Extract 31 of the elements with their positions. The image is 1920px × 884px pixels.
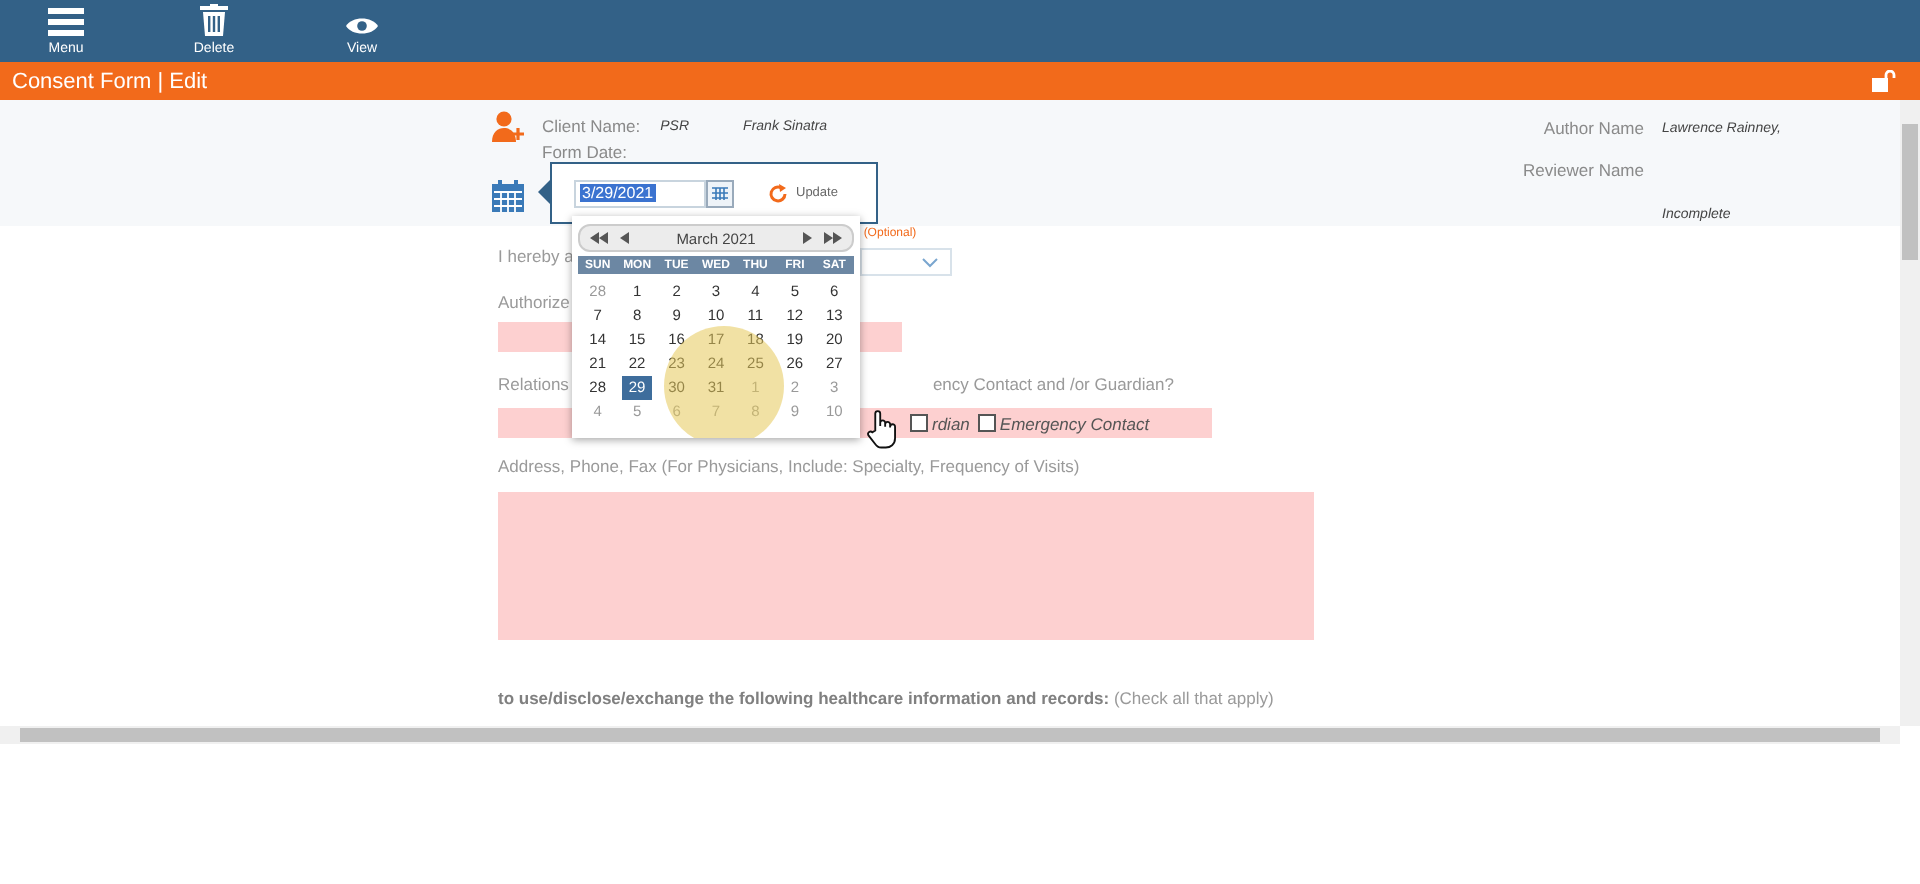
menu-icon (48, 8, 84, 36)
hand-cursor-icon (866, 408, 900, 450)
previous-icon[interactable] (620, 232, 630, 244)
eye-icon (346, 16, 378, 36)
last-page-icon[interactable] (824, 232, 842, 244)
relationship-label: Relations (498, 374, 569, 394)
first-page-icon[interactable] (590, 232, 608, 244)
date-field[interactable]: 3/29/2021 (574, 179, 706, 207)
next-icon[interactable] (802, 232, 812, 244)
vertical-scrollbar[interactable] (1900, 100, 1920, 726)
form-date-label: Form Date: (542, 142, 630, 162)
reviewer-label: Reviewer Name (1521, 160, 1644, 180)
address-label: Address, Phone, Fax (For Physicians, Include: Specialty, Frequency of Visits) (498, 456, 1082, 476)
horizontal-scrollbar[interactable] (0, 726, 1900, 744)
refresh-icon (768, 183, 788, 203)
page-title: Consent Form | Edit (12, 69, 208, 93)
authorized-label: Authorize (498, 292, 572, 312)
address-field[interactable] (498, 492, 1314, 640)
client-name-label: Client Name: (542, 116, 641, 136)
chevron-icon (922, 257, 938, 267)
calendar-icon[interactable] (492, 180, 524, 212)
click-highlight (664, 326, 784, 438)
checkbox-option[interactable]: Emergency Contact (977, 413, 1150, 433)
records-text: to use/disclose/exchange the following healthcare information and records: (Check all that apply) (498, 688, 1276, 708)
checkbox-option[interactable]: rdian (910, 413, 970, 433)
select-field[interactable] (860, 248, 952, 276)
calendar-icon[interactable] (706, 179, 734, 207)
unlock-icon[interactable] (1872, 70, 1896, 92)
add-person-icon[interactable] (492, 110, 524, 142)
author-label: Author Name (1541, 118, 1644, 138)
relationship-question: ency Contact and /or Guardian? (932, 374, 1174, 394)
